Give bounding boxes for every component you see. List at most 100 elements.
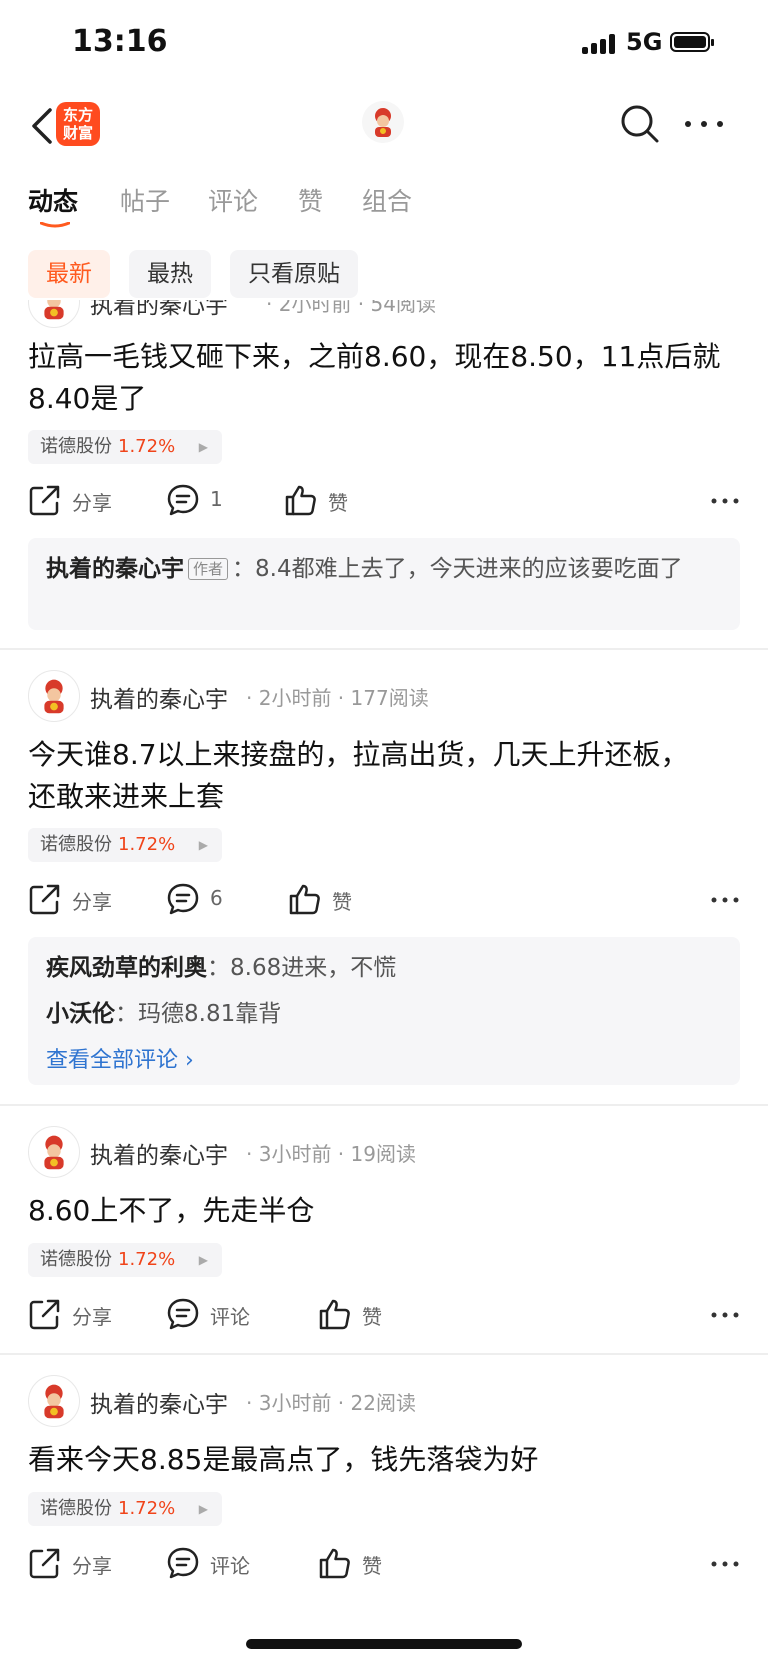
like-button[interactable]: 赞 [284, 481, 384, 521]
tab-likes[interactable]: 赞 [298, 182, 323, 218]
logo-text-top: 东方 [62, 106, 93, 124]
avatar[interactable] [28, 1375, 80, 1427]
chevron-right-icon: › [178, 1048, 194, 1073]
thumbs-up-icon [289, 884, 320, 915]
comment-button[interactable]: 评论 [166, 1544, 286, 1584]
thumbs-up-icon [319, 1548, 350, 1579]
avatar[interactable] [28, 300, 80, 328]
stock-change: 1.72% [118, 1249, 176, 1270]
tab-bar: 动态 帖子 评论 赞 组合 [0, 170, 768, 230]
comment-preview[interactable]: 疾风劲草的利奥：8.68进来，不慌 小沃伦：玛德8.81靠背 查看全部评论 › [28, 937, 740, 1085]
post-text[interactable]: 拉高一毛钱又砸下来，之前8.60，现在8.50，11点后就8.40是了 [28, 336, 740, 420]
share-label: 分享 [72, 890, 112, 914]
more-options-icon[interactable] [710, 1301, 740, 1329]
tab-portfolio[interactable]: 组合 [362, 182, 412, 218]
search-icon[interactable] [618, 102, 662, 146]
like-label: 赞 [362, 1554, 382, 1578]
comment-item: 小沃伦：玛德8.81靠背 [46, 1001, 282, 1027]
more-icon[interactable] [680, 104, 728, 144]
share-button[interactable]: 分享 [28, 1544, 128, 1584]
comment-count: 1 [210, 487, 223, 511]
post-text[interactable]: 8.60上不了，先走半仓 [28, 1190, 740, 1232]
read-count: 54阅读 [370, 300, 436, 316]
post-text[interactable]: 看来今天8.85是最高点了，钱先落袋为好 [28, 1439, 740, 1481]
share-button[interactable]: 分享 [28, 481, 128, 521]
comment-button[interactable]: 6 [166, 880, 266, 920]
comment-icon [167, 484, 199, 516]
post-time: · 2小时前 · 54阅读 [266, 300, 436, 317]
stock-name: 诺德股份 [40, 1249, 112, 1270]
post-divider [0, 1104, 768, 1106]
post-time: · 3小时前 · 19阅读 [246, 1142, 416, 1166]
stock-tag[interactable]: 诺德股份 1.72% ▶ [28, 828, 222, 862]
stock-tag[interactable]: 诺德股份 1.72% ▶ [28, 430, 222, 464]
filter-latest[interactable]: 最新 [28, 250, 110, 298]
share-button[interactable]: 分享 [28, 880, 128, 920]
user-avatar-icon[interactable] [361, 100, 405, 144]
avatar[interactable] [28, 670, 80, 722]
filter-original-only[interactable]: 只看原贴 [230, 250, 358, 298]
post-time-text: 2小时前 [278, 300, 352, 316]
post-actions: 分享 评论 赞 [28, 1544, 740, 1584]
avatar[interactable] [28, 1126, 80, 1178]
stock-change: 1.72% [118, 1498, 176, 1519]
more-options-icon[interactable] [710, 1550, 740, 1578]
stock-tag[interactable]: 诺德股份 1.72% ▶ [28, 1243, 222, 1277]
author-badge: 作者 [188, 558, 229, 580]
stock-change: 1.72% [118, 834, 176, 855]
more-options-icon[interactable] [710, 886, 740, 914]
tab-posts[interactable]: 帖子 [120, 182, 170, 218]
comment-count: 6 [210, 886, 223, 910]
view-all-comments-link[interactable]: 查看全部评论 › [46, 1043, 722, 1078]
feed: 执着的秦心宇 · 2小时前 · 54阅读 拉高一毛钱又砸下来，之前8.60，现在… [0, 300, 768, 1662]
status-bar: 13:16 5G [0, 0, 768, 90]
share-button[interactable]: 分享 [28, 1295, 128, 1335]
share-icon [29, 485, 60, 516]
post-time-text: 3小时前 [258, 1391, 332, 1415]
like-button[interactable]: 赞 [318, 1295, 418, 1335]
share-icon [29, 1299, 60, 1330]
comment-preview[interactable]: 执着的秦心宇 作者 ：8.4都难上去了，今天进来的应该要吃面了 [28, 538, 740, 630]
share-icon [29, 1548, 60, 1579]
commenter-name[interactable]: 执着的秦心宇 [46, 556, 184, 582]
read-count: 177阅读 [350, 686, 429, 710]
comment-icon [167, 883, 199, 915]
like-button[interactable]: 赞 [318, 1544, 418, 1584]
more-options-icon[interactable] [710, 487, 740, 515]
battery-icon [670, 32, 714, 52]
post-divider [0, 1353, 768, 1355]
post-divider [0, 648, 768, 650]
share-label: 分享 [72, 1305, 112, 1329]
comment-icon [167, 1298, 199, 1330]
active-tab-indicator [40, 222, 70, 228]
comment-button[interactable]: 1 [166, 481, 266, 521]
post-text[interactable]: 今天谁8.7以上来接盘的，拉高出货，几天上升还板，还敢来进来上套 [28, 734, 698, 818]
author-name[interactable]: 执着的秦心宇 [90, 1136, 228, 1170]
tab-dynamic[interactable]: 动态 [28, 182, 78, 218]
stock-tag[interactable]: 诺德股份 1.72% ▶ [28, 1492, 222, 1526]
post-time: · 2小时前 · 177阅读 [246, 686, 429, 710]
view-all-label: 查看全部评论 [46, 1048, 179, 1073]
author-name[interactable]: 执着的秦心宇 [90, 680, 228, 714]
commenter-name[interactable]: 小沃伦 [46, 1001, 115, 1027]
author-name[interactable]: 执着的秦心宇 [90, 1385, 228, 1419]
comment-item: 疾风劲草的利奥：8.68进来，不慌 [46, 955, 397, 981]
author-name[interactable]: 执着的秦心宇 [90, 300, 228, 320]
comment-text: 玛德8.81靠背 [138, 1001, 282, 1027]
post-actions: 分享 1 赞 [28, 481, 740, 521]
comment-item: 执着的秦心宇 作者 ：8.4都难上去了，今天进来的应该要吃面了 [46, 556, 683, 582]
nav-bar: 东方 财富 [0, 90, 768, 170]
comment-icon [167, 1547, 199, 1579]
like-button[interactable]: 赞 [288, 880, 388, 920]
filter-hot[interactable]: 最热 [129, 250, 211, 298]
home-indicator[interactable] [246, 1639, 522, 1649]
commenter-name[interactable]: 疾风劲草的利奥 [46, 955, 207, 981]
tab-comments[interactable]: 评论 [208, 182, 258, 218]
share-label: 分享 [72, 1554, 112, 1578]
eastmoney-logo[interactable]: 东方 财富 [56, 102, 100, 146]
stock-name: 诺德股份 [40, 834, 112, 855]
logo-text-bottom: 财富 [62, 124, 93, 142]
comment-button[interactable]: 评论 [166, 1295, 286, 1335]
read-count: 22阅读 [350, 1391, 416, 1415]
network-type: 5G [626, 28, 663, 56]
